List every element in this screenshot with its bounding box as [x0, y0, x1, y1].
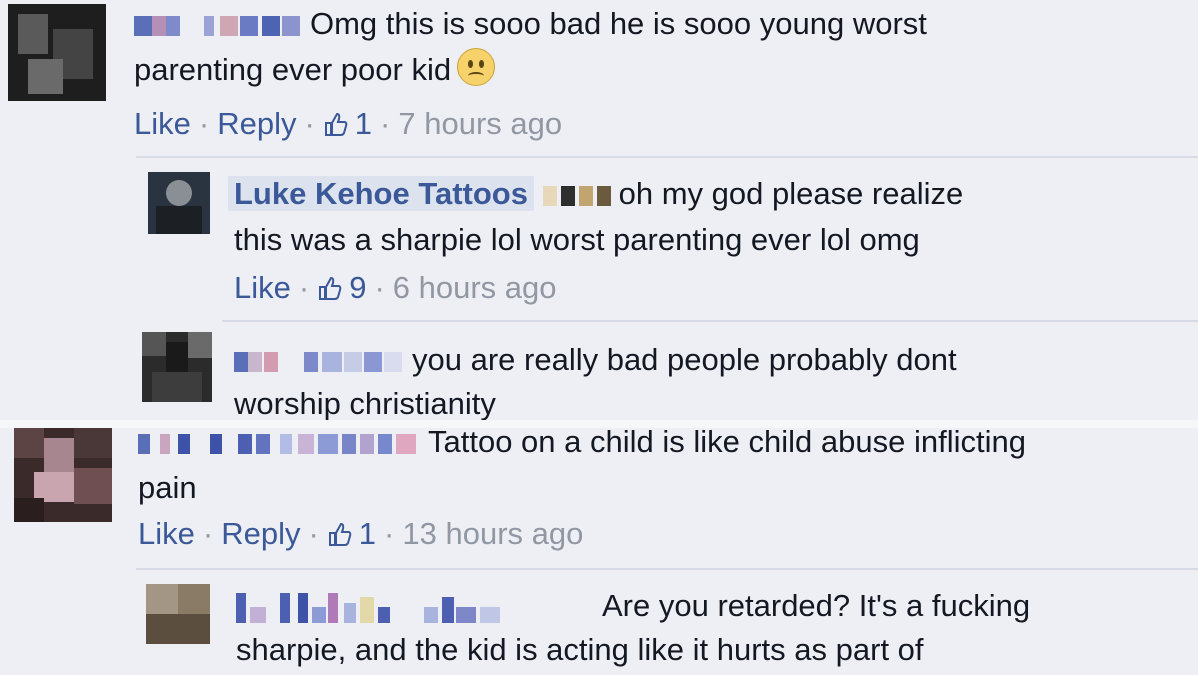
- comment-actions: Like · 9 · 6 hours ago: [234, 270, 557, 305]
- comment-text: sharpie, and the kid is acting like it h…: [236, 632, 924, 667]
- timestamp[interactable]: 7 hours ago: [398, 106, 562, 141]
- avatar[interactable]: [8, 4, 106, 101]
- like-count[interactable]: 9: [349, 270, 366, 305]
- comment-actions: Like · Reply · 1 · 7 hours ago: [134, 106, 563, 141]
- author-name[interactable]: Luke Kehoe Tattoos: [228, 176, 534, 211]
- like-count[interactable]: 1: [359, 516, 376, 551]
- redacted-name[interactable]: [234, 351, 406, 372]
- avatar[interactable]: [142, 332, 212, 402]
- avatar[interactable]: [146, 584, 210, 644]
- comment-text: you are really bad people probably dont: [234, 338, 957, 382]
- comment-text: Tattoo on a child is like child abuse in…: [138, 420, 1026, 464]
- comment-text: Luke Kehoe Tattoos oh my god please real…: [228, 172, 963, 216]
- comment-text: Are you retarded? It's a fucking: [236, 584, 1030, 628]
- comment-text: this was a sharpie lol worst parenting e…: [234, 222, 920, 257]
- redacted-name[interactable]: [542, 185, 613, 206]
- timestamp[interactable]: 13 hours ago: [402, 516, 583, 551]
- redacted-name[interactable]: [134, 15, 304, 36]
- like-link[interactable]: Like: [134, 106, 191, 141]
- comment-actions: Like · Reply · 1 · 13 hours ago: [138, 516, 584, 551]
- comment-text: Omg this is sooo bad he is sooo young wo…: [134, 2, 927, 46]
- like-link[interactable]: Like: [234, 270, 291, 305]
- redacted-name[interactable]: [236, 592, 596, 623]
- thumbs-up-icon[interactable]: [317, 275, 343, 301]
- like-link[interactable]: Like: [138, 516, 195, 551]
- avatar[interactable]: [148, 172, 210, 234]
- divider: [136, 568, 1198, 570]
- redacted-name[interactable]: [138, 433, 422, 454]
- reply-link[interactable]: Reply: [221, 516, 300, 551]
- comment-text: parenting ever poor kid: [134, 48, 496, 92]
- reply-link[interactable]: Reply: [217, 106, 296, 141]
- avatar[interactable]: [14, 428, 112, 522]
- divider: [222, 320, 1198, 322]
- timestamp[interactable]: 6 hours ago: [393, 270, 557, 305]
- thumbs-up-icon[interactable]: [323, 111, 349, 137]
- divider: [136, 156, 1198, 158]
- like-count[interactable]: 1: [355, 106, 372, 141]
- sad-face-icon: [457, 48, 496, 86]
- comment-text: pain: [138, 470, 197, 505]
- thumbs-up-icon[interactable]: [327, 521, 353, 547]
